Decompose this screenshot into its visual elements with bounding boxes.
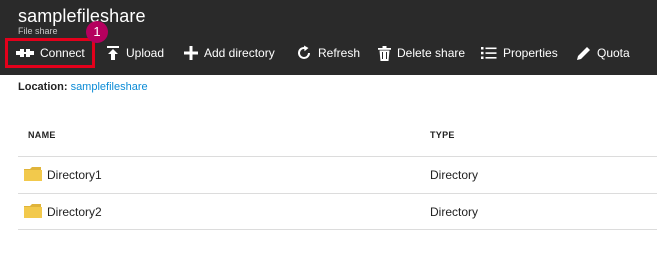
refresh-button[interactable]: Refresh: [296, 40, 360, 66]
location-link[interactable]: samplefileshare: [71, 81, 148, 93]
properties-label: Properties: [503, 46, 558, 60]
row-divider: [18, 229, 657, 230]
table-row[interactable]: Directory1 Directory: [18, 157, 657, 193]
properties-button[interactable]: Properties: [481, 40, 558, 66]
page-subtitle: File share: [18, 26, 58, 36]
row-name: Directory2: [47, 205, 102, 219]
quota-button[interactable]: Quota: [576, 40, 630, 66]
step-badge: 1: [86, 21, 108, 43]
pencil-icon: [577, 46, 590, 60]
plus-icon: [184, 46, 198, 60]
delete-share-button[interactable]: Delete share: [378, 40, 465, 66]
page-title: samplefileshare: [18, 6, 146, 26]
row-name: Directory1: [47, 168, 102, 182]
column-header-type[interactable]: TYPE: [430, 130, 455, 140]
upload-label: Upload: [126, 46, 165, 60]
row-type: Directory: [430, 168, 479, 182]
quota-label: Quota: [597, 46, 630, 60]
add-directory-button[interactable]: Add directory: [184, 40, 275, 66]
upload-button[interactable]: Upload: [106, 40, 164, 66]
add-directory-label: Add directory: [204, 46, 275, 60]
upload-icon: [107, 46, 119, 60]
command-bar: Connect Upload Add directory Refresh Del…: [0, 40, 657, 66]
table-row[interactable]: Directory2 Directory: [18, 194, 657, 230]
column-header-name[interactable]: NAME: [28, 130, 56, 140]
location-breadcrumb: Location: samplefileshare: [18, 81, 148, 93]
row-type: Directory: [430, 205, 479, 219]
refresh-label: Refresh: [318, 46, 361, 60]
folder-icon: [24, 204, 42, 218]
list-icon: [481, 47, 497, 59]
delete-share-label: Delete share: [397, 46, 466, 60]
folder-icon: [24, 167, 42, 181]
refresh-icon: [298, 45, 310, 59]
connect-highlight-box: [5, 38, 95, 68]
location-label: Location:: [18, 81, 68, 93]
trash-icon: [378, 45, 391, 61]
